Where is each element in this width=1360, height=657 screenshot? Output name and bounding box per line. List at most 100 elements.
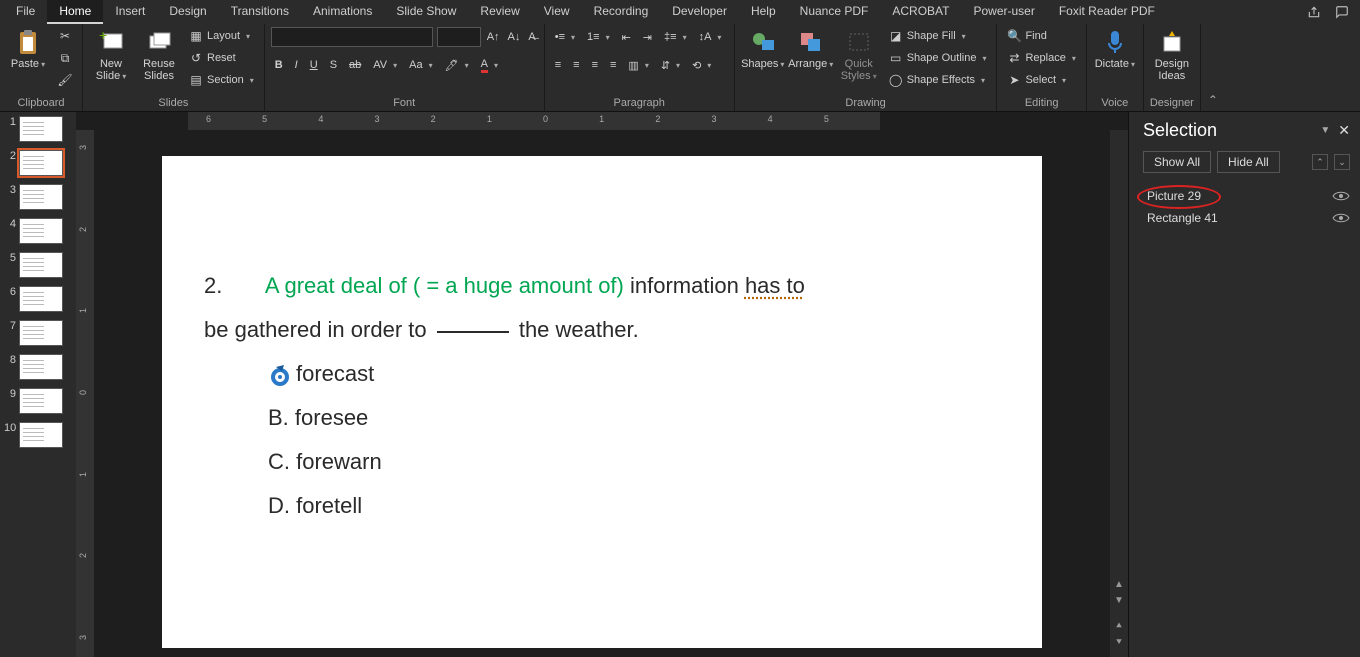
question-textbox[interactable]: 2. A great deal of ( = a huge amount of)… — [204, 264, 1002, 528]
menu-tab-home[interactable]: Home — [47, 0, 103, 24]
underline-button[interactable]: U — [306, 55, 322, 75]
slide-thumbnail-3[interactable] — [19, 184, 63, 210]
menu-tab-insert[interactable]: Insert — [103, 0, 157, 24]
slide-thumbnail-1[interactable] — [19, 116, 63, 142]
shadow-button[interactable]: S — [326, 55, 341, 75]
arrange-button[interactable]: Arrange — [789, 26, 833, 73]
smartart-button[interactable]: ⟲ — [688, 55, 715, 75]
section-button[interactable]: ▤Section — [185, 70, 258, 90]
next-slide-button[interactable]: ⯆ — [1112, 637, 1126, 651]
close-pane-button[interactable]: ✕ — [1338, 122, 1350, 139]
highlight-button[interactable]: 🖊 — [441, 55, 473, 75]
menu-tab-slide-show[interactable]: Slide Show — [384, 0, 468, 24]
clear-format-button[interactable]: A̶ — [526, 27, 537, 47]
reset-button[interactable]: ↺Reset — [185, 48, 258, 68]
align-left-button[interactable]: ≡ — [551, 55, 565, 75]
shape-effects-button[interactable]: ◯Shape Effects — [885, 70, 991, 90]
slide-thumbnail-10[interactable] — [19, 422, 63, 448]
vertical-scrollbar[interactable]: ▲ ▼ ⯅ ⯆ — [1110, 130, 1128, 657]
option-2[interactable]: B. foresee — [268, 396, 1002, 440]
font-size-combo[interactable] — [437, 27, 481, 47]
change-case-button[interactable]: Aa — [405, 55, 436, 75]
slide-thumbnail-2[interactable] — [19, 150, 63, 176]
slide-stage[interactable]: 2. A great deal of ( = a huge amount of)… — [94, 130, 1110, 657]
align-center-button[interactable]: ≡ — [569, 55, 583, 75]
menu-tab-view[interactable]: View — [532, 0, 582, 24]
show-all-button[interactable]: Show All — [1143, 151, 1211, 173]
selection-item[interactable]: Picture 29 — [1147, 185, 1350, 207]
option-3[interactable]: C. forewarn — [268, 440, 1002, 484]
slide-thumbnail-4[interactable] — [19, 218, 63, 244]
menu-tab-recording[interactable]: Recording — [582, 0, 661, 24]
bullets-button[interactable]: •≡ — [551, 27, 579, 47]
replace-button[interactable]: ⇄Replace — [1003, 48, 1079, 68]
visibility-toggle-icon[interactable] — [1332, 212, 1350, 224]
menu-tab-developer[interactable]: Developer — [660, 0, 739, 24]
columns-button[interactable]: ▥ — [624, 55, 652, 75]
italic-button[interactable]: I — [291, 55, 302, 75]
slide-thumbnails[interactable]: 12345678910 — [0, 112, 76, 657]
slide-thumbnail-5[interactable] — [19, 252, 63, 278]
increase-indent-button[interactable]: ⇥ — [639, 27, 656, 47]
align-text-button[interactable]: ⇵ — [657, 55, 684, 75]
shape-outline-button[interactable]: ▭Shape Outline — [885, 48, 991, 68]
comments-button[interactable] — [1328, 2, 1356, 22]
decrease-indent-button[interactable]: ⇤ — [618, 27, 635, 47]
strike-button[interactable]: ab — [345, 55, 365, 75]
select-button[interactable]: ➤Select — [1003, 70, 1079, 90]
menu-tab-nuance-pdf[interactable]: Nuance PDF — [788, 0, 881, 24]
slide-thumbnail-6[interactable] — [19, 286, 63, 312]
scroll-up-button[interactable]: ▲ — [1112, 579, 1126, 593]
slide-thumbnail-7[interactable] — [19, 320, 63, 346]
char-spacing-button[interactable]: AV — [369, 55, 401, 75]
font-color-button[interactable]: A — [477, 55, 502, 75]
bring-forward-button[interactable]: ⌃ — [1312, 154, 1328, 170]
design-ideas-button[interactable]: Design Ideas — [1150, 26, 1194, 84]
slide-thumbnail-9[interactable] — [19, 388, 63, 414]
shape-fill-button[interactable]: ◪Shape Fill — [885, 26, 991, 46]
collapse-ribbon-button[interactable]: ⌃ — [1201, 24, 1225, 111]
increase-font-button[interactable]: A↑ — [485, 27, 502, 47]
layout-button[interactable]: ▦Layout — [185, 26, 258, 46]
send-backward-button[interactable]: ⌄ — [1334, 154, 1350, 170]
justify-button[interactable]: ≡ — [606, 55, 620, 75]
menu-tab-transitions[interactable]: Transitions — [219, 0, 301, 24]
format-painter-button[interactable]: 🖌 — [54, 70, 76, 90]
cut-button[interactable]: ✂ — [54, 26, 76, 46]
menu-tab-review[interactable]: Review — [468, 0, 531, 24]
text-direction-button[interactable]: ↕A — [695, 27, 726, 47]
menu-tab-animations[interactable]: Animations — [301, 0, 384, 24]
selection-item[interactable]: Rectangle 41 — [1147, 207, 1350, 229]
font-family-combo[interactable] — [271, 27, 433, 47]
copy-button[interactable]: ⧉ — [54, 48, 76, 68]
menu-tab-design[interactable]: Design — [157, 0, 218, 24]
scroll-down-button[interactable]: ▼ — [1112, 595, 1126, 609]
shapes-button[interactable]: Shapes — [741, 26, 785, 73]
find-button[interactable]: 🔍Find — [1003, 26, 1079, 46]
menu-tab-power-user[interactable]: Power-user — [961, 0, 1046, 24]
option-1[interactable]: forecast — [268, 352, 1002, 396]
new-slide-button[interactable]: + New Slide — [89, 26, 133, 85]
pane-options-button[interactable]: ▼ — [1320, 125, 1330, 136]
bold-button[interactable]: B — [271, 55, 287, 75]
option-4[interactable]: D. foretell — [268, 484, 1002, 528]
dictate-button[interactable]: Dictate — [1093, 26, 1137, 73]
numbering-button[interactable]: 1≡ — [583, 27, 614, 47]
align-right-button[interactable]: ≡ — [588, 55, 602, 75]
menu-tab-foxit-reader-pdf[interactable]: Foxit Reader PDF — [1047, 0, 1167, 24]
share-button[interactable] — [1300, 2, 1328, 22]
menu-tab-file[interactable]: File — [4, 0, 47, 24]
prev-slide-button[interactable]: ⯅ — [1112, 621, 1126, 635]
vertical-ruler[interactable]: 3210123 — [76, 130, 94, 657]
quick-styles-button[interactable]: Quick Styles — [837, 26, 881, 85]
horizontal-ruler[interactable]: 6543210123456 — [188, 112, 880, 130]
visibility-toggle-icon[interactable] — [1332, 190, 1350, 202]
decrease-font-button[interactable]: A↓ — [506, 27, 523, 47]
menu-tab-help[interactable]: Help — [739, 0, 788, 24]
reuse-slides-button[interactable]: Reuse Slides — [137, 26, 181, 84]
paste-button[interactable]: Paste — [6, 26, 50, 73]
menu-tab-acrobat[interactable]: ACROBAT — [880, 0, 961, 24]
line-spacing-button[interactable]: ‡≡ — [660, 27, 691, 47]
hide-all-button[interactable]: Hide All — [1217, 151, 1280, 173]
slide-canvas[interactable]: 2. A great deal of ( = a huge amount of)… — [162, 156, 1042, 648]
